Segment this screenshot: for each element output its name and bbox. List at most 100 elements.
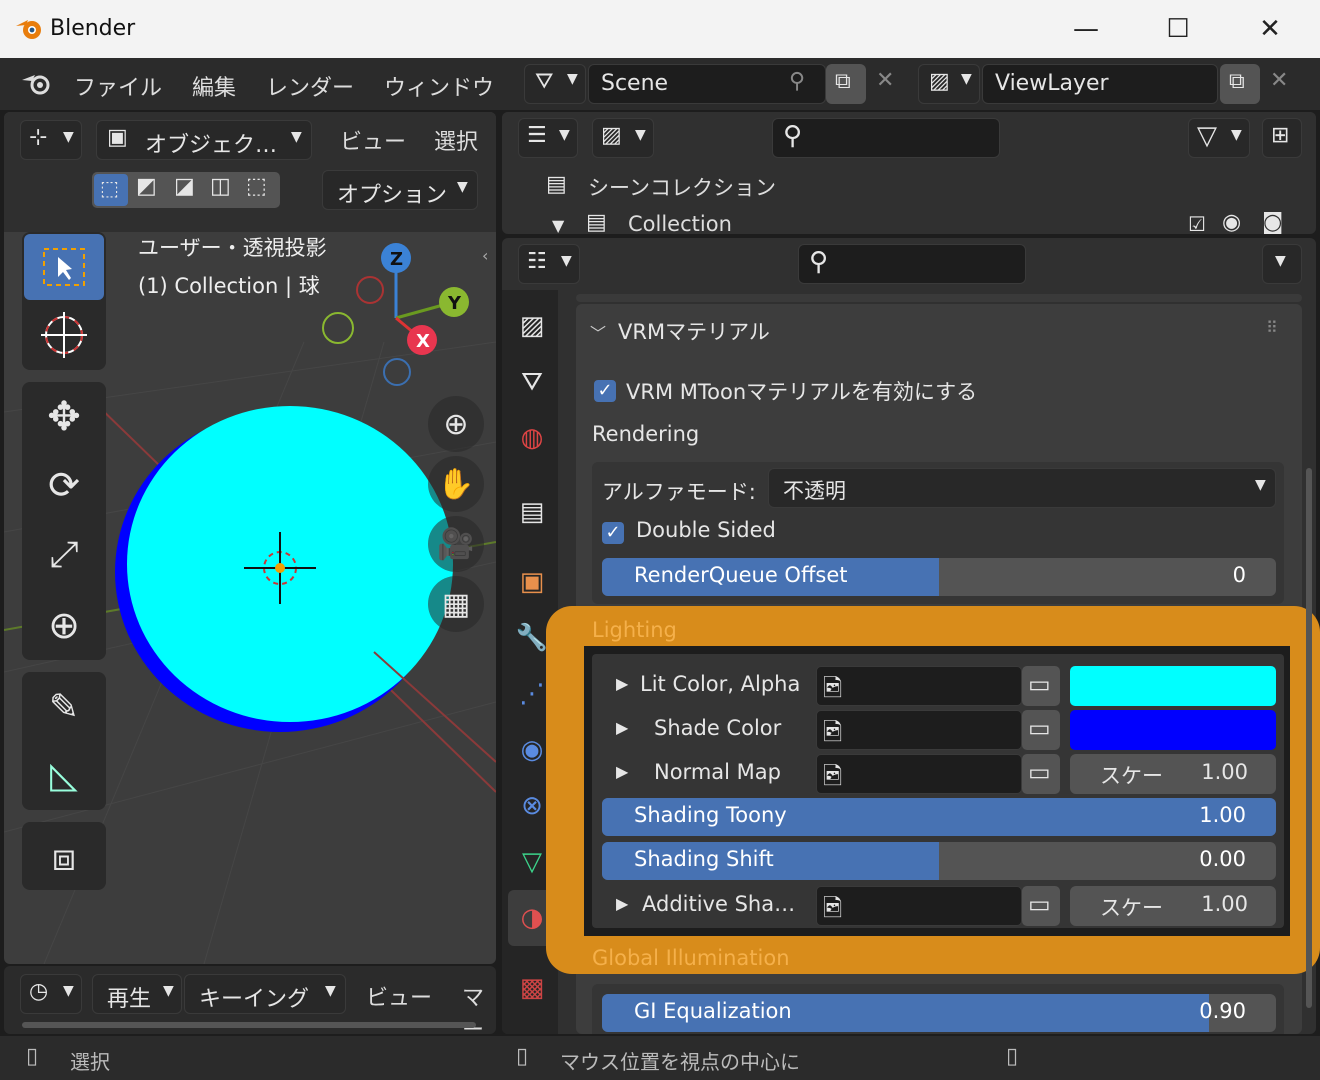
viewlayer-name-field[interactable]: ViewLayer — [982, 64, 1218, 104]
select-menu[interactable]: 選択 — [434, 124, 478, 156]
cursor-tool[interactable] — [24, 302, 104, 368]
display-mode-button[interactable]: ▨ ▼ — [592, 118, 654, 158]
menu-render[interactable]: レンダー — [266, 70, 354, 102]
select-new-button[interactable]: ⬚ — [94, 174, 128, 206]
lit-color-texture-field[interactable]: 🖻 — [816, 666, 1022, 706]
perspective-toggle-button[interactable]: ▦ — [428, 576, 484, 632]
copy-icon: ⧉ — [1229, 69, 1245, 94]
sidebar-toggle-icon[interactable]: ‹ — [482, 246, 488, 265]
annotate-tool[interactable]: ✎ — [24, 674, 104, 740]
lit-color-swatch[interactable] — [1070, 666, 1276, 706]
tab-object[interactable]: ▣ — [508, 554, 556, 610]
select-extend-icon[interactable]: ◩ — [136, 174, 157, 199]
hand-icon: ✋ — [437, 466, 475, 502]
image-icon: 🖻 — [823, 674, 843, 702]
outliner-editor-type-button[interactable]: ☰ ▼ — [518, 118, 578, 158]
lit-color-browse-button[interactable]: ▭ — [1022, 666, 1060, 706]
properties-search-input[interactable]: ⚲ — [798, 244, 1026, 284]
rotate-tool[interactable]: ⟳ — [24, 452, 104, 518]
move-tool[interactable]: ✥ — [24, 384, 104, 450]
new-collection-button[interactable]: ⊞ — [1262, 118, 1302, 158]
editor-type-button[interactable]: ⊹ ▼ — [20, 120, 82, 160]
shade-color-browse-button[interactable]: ▭ — [1022, 710, 1060, 750]
add-cube-tool[interactable]: ⧈ — [24, 824, 104, 890]
3d-viewport[interactable]: ⊹ ▼ ▣ オブジェク… ▼ ビュー 選択 ⬚ ◩ ◪ ◫ ⬚ オプション ▼ … — [4, 112, 496, 964]
keying-dropdown[interactable]: キーイング ▼ — [184, 974, 346, 1014]
camera-view-button[interactable]: 🎥 — [428, 516, 484, 572]
properties-icon: ☷ — [527, 249, 547, 274]
tab-texture[interactable]: ▩ — [508, 960, 556, 1016]
navigation-gizmo[interactable]: Z Y X — [314, 238, 484, 388]
expand-triangle-icon[interactable]: ▶ — [616, 718, 628, 737]
zoom-button[interactable]: ⊕ — [428, 396, 484, 452]
new-viewlayer-button[interactable]: ⧉ — [1220, 64, 1260, 104]
gi-equalization-slider[interactable]: GI Equalization 0.90 — [602, 994, 1276, 1032]
alpha-mode-dropdown[interactable]: 不透明 ▼ — [768, 468, 1276, 508]
scene-selector-button[interactable]: ⛛ ▼ — [524, 64, 586, 104]
enable-mtoon-checkbox[interactable]: ✓ — [594, 380, 616, 402]
additive-texture-field[interactable]: 🖻 — [816, 886, 1022, 926]
maximize-button[interactable]: ☐ — [1158, 12, 1198, 46]
menu-window[interactable]: ウィンドウ — [384, 70, 494, 102]
delete-scene-icon[interactable]: ✕ — [876, 68, 894, 93]
properties-editor-type-button[interactable]: ☷ ▼ — [518, 244, 580, 284]
tab-render[interactable]: ▨ — [508, 298, 556, 354]
pin-icon[interactable]: ⚲ — [789, 69, 805, 94]
viewlayer-selector-button[interactable]: ▨ ▼ — [918, 64, 980, 104]
exclude-checkbox-icon[interactable]: ☑ — [1188, 212, 1206, 234]
properties-options-button[interactable]: ▼ — [1262, 244, 1302, 284]
normal-map-browse-button[interactable]: ▭ — [1022, 754, 1060, 794]
pan-button[interactable]: ✋ — [428, 456, 484, 512]
panel-title[interactable]: VRMマテリアル — [618, 316, 770, 346]
tab-world[interactable]: ◍ — [508, 410, 556, 466]
select-intersect-icon[interactable]: ⬚ — [246, 174, 267, 199]
playback-dropdown[interactable]: 再生 ▼ — [92, 974, 182, 1014]
menu-edit[interactable]: 編集 — [192, 70, 236, 102]
expand-triangle-icon[interactable]: ▶ — [616, 894, 628, 913]
shade-color-swatch[interactable] — [1070, 710, 1276, 750]
select-invert-icon[interactable]: ◫ — [210, 174, 231, 199]
close-button[interactable]: ✕ — [1250, 12, 1290, 46]
expand-triangle-icon[interactable]: ▶ — [616, 762, 628, 781]
timeline-scrollbar[interactable] — [22, 1022, 476, 1028]
scale-tool[interactable]: ⤢ — [24, 522, 104, 588]
measure-tool[interactable]: ◺ — [24, 742, 104, 808]
shade-color-texture-field[interactable]: 🖻 — [816, 710, 1022, 750]
drag-handle-icon[interactable]: ⠿ — [1266, 318, 1278, 337]
additive-browse-button[interactable]: ▭ — [1022, 886, 1060, 926]
timeline-editor-type-button[interactable]: ◷ ▼ — [20, 974, 82, 1014]
scene-name-field[interactable]: Scene ⚲ — [588, 64, 826, 104]
new-scene-button[interactable]: ⧉ — [826, 64, 866, 104]
additive-scale-field[interactable]: スケー 1.00 — [1070, 886, 1276, 926]
outliner-search-input[interactable]: ⚲ — [772, 118, 1000, 158]
camera-render-icon[interactable]: ◙ — [1262, 210, 1283, 234]
select-box-tool[interactable] — [24, 234, 104, 300]
select-subtract-icon[interactable]: ◪ — [174, 174, 195, 199]
tab-collection[interactable]: ▤ — [508, 484, 556, 540]
object-mode-dropdown[interactable]: ▣ オブジェク… ▼ — [96, 120, 312, 160]
transform-tool[interactable]: ⊕ — [24, 592, 104, 658]
menu-file[interactable]: ファイル — [74, 70, 162, 102]
render-queue-slider[interactable]: RenderQueue Offset 0 — [602, 558, 1276, 596]
scene-collection-label[interactable]: シーンコレクション — [588, 172, 776, 202]
shading-shift-slider[interactable]: Shading Shift 0.00 — [602, 842, 1276, 880]
timeline-view-menu[interactable]: ビュー — [366, 980, 432, 1012]
filter-button[interactable]: ▽ ▼ — [1188, 118, 1250, 158]
blender-menu-icon[interactable] — [20, 70, 54, 98]
options-dropdown[interactable]: オプション ▼ — [322, 170, 478, 210]
tab-scene[interactable]: ⛛ — [508, 354, 556, 410]
collection-label[interactable]: Collection — [628, 212, 732, 234]
normal-scale-field[interactable]: スケー 1.00 — [1070, 754, 1276, 794]
expand-triangle-icon[interactable]: ▶ — [616, 674, 628, 693]
properties-scrollbar[interactable] — [1306, 468, 1312, 1008]
object-icon: ▣ — [519, 567, 545, 597]
shading-toony-slider[interactable]: Shading Toony 1.00 — [602, 798, 1276, 836]
normal-map-texture-field[interactable]: 🖻 — [816, 754, 1022, 794]
minimize-button[interactable]: — — [1066, 12, 1106, 46]
eye-icon[interactable]: ◉ — [1222, 210, 1241, 234]
delete-viewlayer-icon[interactable]: ✕ — [1270, 68, 1288, 93]
view-menu[interactable]: ビュー — [340, 124, 406, 156]
expand-triangle-icon[interactable]: ▼ — [552, 216, 564, 234]
double-sided-checkbox[interactable]: ✓ — [602, 522, 624, 544]
panel-collapse-icon[interactable]: ﹀ — [590, 320, 606, 344]
